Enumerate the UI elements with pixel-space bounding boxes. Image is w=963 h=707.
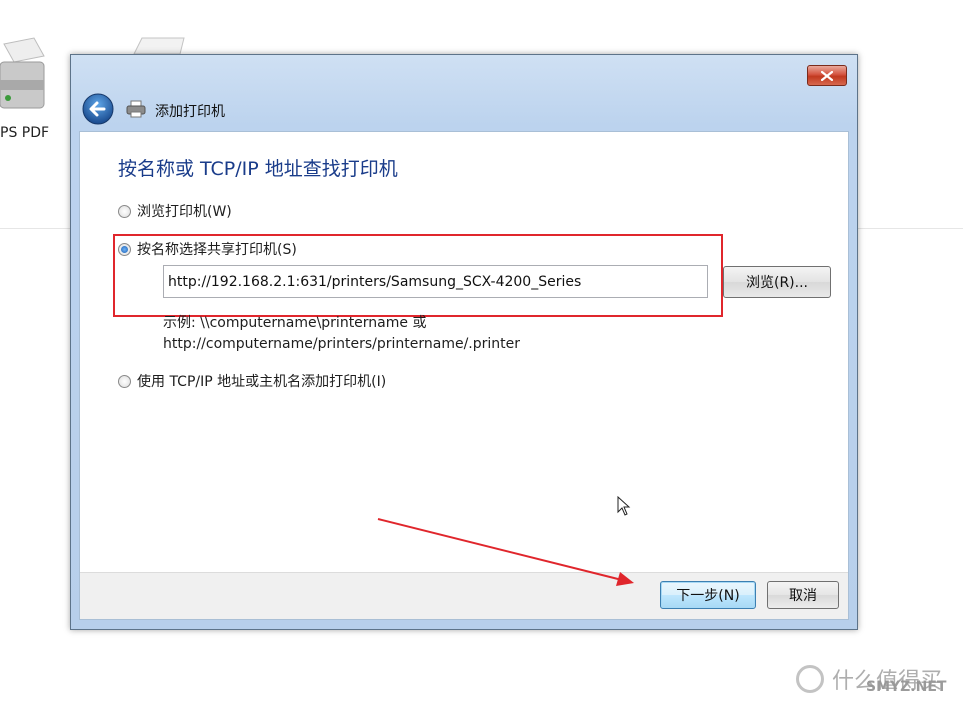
example-line-2: http://computername/printers/printername… [163,336,521,352]
browse-button[interactable]: 浏览(R)... [723,266,831,298]
cancel-button[interactable]: 取消 [767,581,839,609]
watermark-site: SMYZ.NET [866,679,947,695]
add-printer-dialog: 添加打印机 按名称或 TCP/IP 地址查找打印机 浏览打印机(W) 按名称选择… [70,54,858,630]
option-label: 按名称选择共享打印机(S) [137,242,297,258]
dialog-content: 按名称或 TCP/IP 地址查找打印机 浏览打印机(W) 按名称选择共享打印机(… [79,131,849,620]
printer-url-input[interactable] [163,265,708,298]
option-select-shared-printer[interactable]: 按名称选择共享打印机(S) [118,239,297,259]
next-button[interactable]: 下一步(N) [660,581,756,609]
watermark-logo-icon [796,665,824,693]
radio-browse-printer[interactable] [118,204,131,218]
back-button[interactable] [82,93,114,125]
page-heading: 按名称或 TCP/IP 地址查找打印机 [118,158,398,180]
option-label: 浏览打印机(W) [137,204,232,220]
example-text: 示例: \\computername\printername 或 http://… [163,313,520,355]
close-button[interactable] [807,65,847,86]
option-tcpip-printer[interactable]: 使用 TCP/IP 地址或主机名添加打印机(I) [118,371,386,391]
background-icon-label: PS PDF [0,125,50,141]
printer-icon [126,99,146,123]
example-line-1: 示例: \\computername\printername 或 [163,315,427,331]
dialog-footer: 下一步(N) 取消 [80,572,848,619]
background-printer-icon[interactable] [0,36,48,130]
mouse-cursor-icon [617,495,631,520]
option-browse-printer[interactable]: 浏览打印机(W) [118,201,232,221]
radio-select-shared-printer[interactable] [118,242,131,256]
dialog-title: 添加打印机 [155,104,225,120]
radio-tcpip-printer[interactable] [118,374,131,388]
close-icon [821,70,833,81]
option-label: 使用 TCP/IP 地址或主机名添加打印机(I) [137,374,387,390]
back-arrow-icon [82,93,114,125]
